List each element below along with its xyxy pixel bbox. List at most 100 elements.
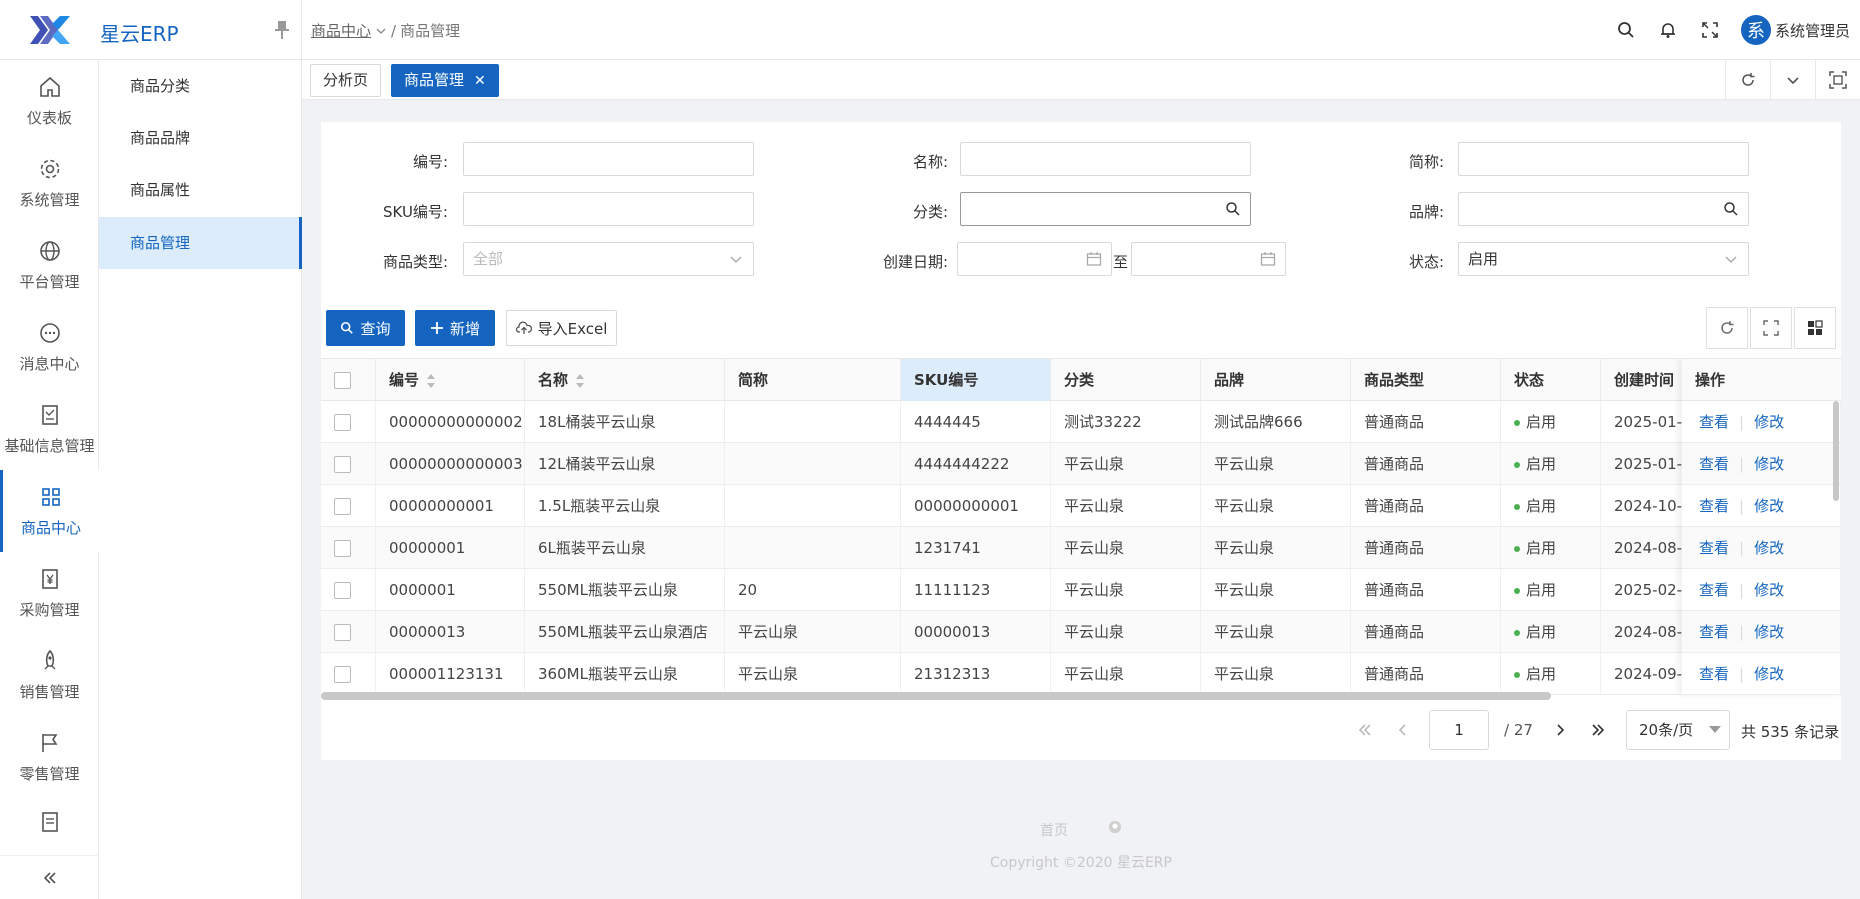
table-row[interactable]: 00000000001 1.5L瓶装平云山泉 00000000001 平云山泉 平云山泉…	[321, 485, 1841, 527]
edit-link[interactable]: 修改	[1754, 539, 1784, 557]
reload-tab-button[interactable]	[1725, 60, 1770, 100]
table-row[interactable]: 00000000000003 12L桶装平云山泉 4444444222 平云山泉 平云山…	[321, 443, 1841, 485]
subnav-item-brand[interactable]: 商品品牌	[99, 112, 302, 164]
row-checkbox[interactable]	[334, 456, 351, 473]
column-header-abbr[interactable]: 简称	[725, 359, 901, 401]
type-select[interactable]: 全部	[463, 242, 754, 276]
edit-link[interactable]: 修改	[1754, 623, 1784, 641]
pin-icon[interactable]	[274, 21, 290, 39]
row-checkbox[interactable]	[334, 540, 351, 557]
abbr-input[interactable]	[1458, 142, 1749, 176]
page-number-input[interactable]: 1	[1429, 710, 1489, 750]
search-icon[interactable]	[1723, 201, 1739, 217]
nav-item-product-center[interactable]: 商品中心	[0, 470, 99, 552]
row-checkbox[interactable]	[334, 498, 351, 515]
date-end-input[interactable]	[1131, 242, 1286, 276]
page-size-select[interactable]: 20条/页	[1626, 710, 1730, 750]
code-input[interactable]	[463, 142, 754, 176]
category-input[interactable]	[960, 192, 1251, 226]
view-link[interactable]: 查看	[1699, 413, 1729, 431]
subnav-item-product[interactable]: 商品管理	[99, 217, 302, 269]
sku-input[interactable]	[463, 192, 754, 226]
date-start-input[interactable]	[957, 242, 1112, 276]
view-link[interactable]: 查看	[1699, 539, 1729, 557]
view-link[interactable]: 查看	[1699, 497, 1729, 515]
breadcrumb-parent[interactable]: 商品中心	[311, 20, 371, 41]
column-header-name[interactable]: 名称	[525, 359, 725, 401]
maximize-content-button[interactable]	[1815, 60, 1860, 100]
footer-home-link[interactable]: 首页	[1040, 820, 1068, 840]
collapse-sidebar-button[interactable]	[0, 855, 99, 899]
sort-icon[interactable]	[425, 372, 437, 390]
nav-item-purchase[interactable]: 采购管理	[0, 552, 99, 634]
search-button[interactable]	[1605, 0, 1647, 60]
nav-item-more[interactable]	[0, 798, 99, 853]
view-link[interactable]: 查看	[1699, 581, 1729, 599]
edit-link[interactable]: 修改	[1754, 497, 1784, 515]
tab-analysis[interactable]: 分析页	[310, 64, 382, 97]
brand-input[interactable]	[1458, 192, 1749, 226]
subnav-item-attribute[interactable]: 商品属性	[99, 164, 302, 216]
nav-item-sales[interactable]: 销售管理	[0, 634, 99, 716]
cloud-upload-icon	[515, 321, 532, 334]
edit-link[interactable]: 修改	[1754, 581, 1784, 599]
column-header-type[interactable]: 商品类型	[1351, 359, 1501, 401]
table-row[interactable]: 00000000000002 18L桶装平云山泉 4444445 测试33222 测试品…	[321, 401, 1841, 443]
column-header-sku[interactable]: SKU编号	[901, 359, 1051, 401]
view-link[interactable]: 查看	[1699, 623, 1729, 641]
row-checkbox[interactable]	[334, 414, 351, 431]
nav-item-messages[interactable]: 消息中心	[0, 306, 99, 388]
column-header-brand[interactable]: 品牌	[1201, 359, 1351, 401]
select-all-checkbox[interactable]	[334, 372, 351, 389]
edit-link[interactable]: 修改	[1754, 413, 1784, 431]
notification-button[interactable]	[1647, 0, 1689, 60]
view-link[interactable]: 查看	[1699, 455, 1729, 473]
status-select[interactable]: 启用	[1458, 242, 1749, 276]
column-settings-button[interactable]	[1794, 307, 1836, 349]
subnav-item-category[interactable]: 商品分类	[99, 60, 302, 112]
nav-item-dashboard[interactable]: 仪表板	[0, 60, 99, 142]
sort-icon[interactable]	[574, 372, 586, 390]
row-checkbox[interactable]	[334, 582, 351, 599]
last-page-icon[interactable]	[1590, 722, 1606, 738]
first-page-icon[interactable]	[1357, 722, 1373, 738]
nav-item-basic-info[interactable]: 基础信息管理	[0, 388, 99, 470]
search-form: 编号: 名称: 简称: SKU编号: 分类: 品牌: 商品类型: 全部 创建日期…	[321, 122, 1841, 295]
horizontal-scrollbar[interactable]	[321, 692, 1551, 700]
query-button[interactable]: 查询	[326, 310, 405, 346]
table-row[interactable]: 00000013 550ML瓶装平云山泉酒店 平云山泉 00000013 平云山泉 平云山…	[321, 611, 1841, 653]
nav-item-platform[interactable]: 平台管理	[0, 224, 99, 306]
chevron-down-icon[interactable]	[375, 25, 387, 37]
search-icon[interactable]	[1225, 201, 1241, 217]
edit-link[interactable]: 修改	[1754, 665, 1784, 683]
vertical-scrollbar[interactable]	[1833, 401, 1839, 501]
tab-product-management[interactable]: 商品管理 ✕	[391, 64, 499, 97]
edit-link[interactable]: 修改	[1754, 455, 1784, 473]
username[interactable]: 系统管理员	[1775, 20, 1850, 41]
view-link[interactable]: 查看	[1699, 665, 1729, 683]
row-checkbox[interactable]	[334, 666, 351, 683]
name-input[interactable]	[960, 142, 1251, 176]
github-icon[interactable]	[1108, 820, 1122, 834]
column-header-code[interactable]: 编号	[376, 359, 525, 401]
table-row[interactable]: 0000001 550ML瓶装平云山泉 20 11111123 平云山泉 平云山泉 普通商品…	[321, 569, 1841, 611]
next-page-icon[interactable]	[1552, 722, 1568, 738]
table-row[interactable]: 00000001 6L瓶装平云山泉 1231741 平云山泉 平云山泉 普通商品 启用 202…	[321, 527, 1841, 569]
cell-name: 18L桶装平云山泉	[525, 401, 725, 443]
prev-page-icon[interactable]	[1395, 722, 1411, 738]
nav-item-retail[interactable]: 零售管理	[0, 716, 99, 798]
fullscreen-table-button[interactable]	[1750, 307, 1792, 349]
add-button[interactable]: 新增	[415, 310, 495, 346]
avatar[interactable]: 系	[1740, 15, 1771, 45]
column-header-category[interactable]: 分类	[1051, 359, 1201, 401]
import-excel-button[interactable]: 导入Excel	[506, 310, 617, 346]
refresh-table-button[interactable]	[1706, 307, 1748, 349]
fullscreen-button[interactable]	[1689, 0, 1731, 60]
column-header-status[interactable]: 状态	[1501, 359, 1601, 401]
tab-menu-button[interactable]	[1770, 60, 1815, 100]
nav-item-system[interactable]: 系统管理	[0, 142, 99, 224]
table-row[interactable]: 000001123131 360ML瓶装平云山泉 平云山泉 21312313 平云山泉平…	[321, 653, 1841, 695]
close-icon[interactable]: ✕	[474, 73, 486, 89]
row-checkbox[interactable]	[334, 624, 351, 641]
rocket-icon	[44, 649, 55, 669]
